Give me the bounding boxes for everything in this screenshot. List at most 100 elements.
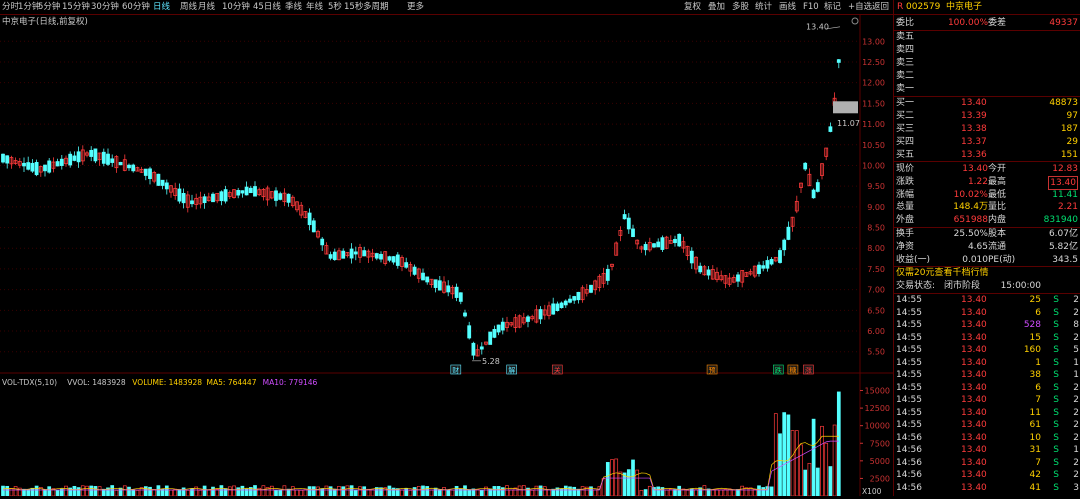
- panel-text: 13.40: [961, 482, 987, 493]
- price-tick-4: 11.00: [862, 120, 885, 129]
- panel-text: 1.22: [967, 176, 988, 187]
- candle-body: [55, 161, 60, 167]
- toolbar-button-4[interactable]: 画线: [779, 1, 796, 13]
- panel-text: S: [1053, 345, 1059, 355]
- candle-body: [202, 196, 207, 204]
- panel-text: 买三: [896, 124, 915, 134]
- panel-text: S: [1053, 457, 1059, 468]
- candle-body: [555, 303, 560, 311]
- volume-bar: [534, 485, 539, 497]
- panel-text: 换手: [896, 229, 915, 239]
- tab-14[interactable]: 15秒: [344, 1, 363, 13]
- tab-12[interactable]: 年线: [306, 1, 323, 13]
- toolbar-button-5[interactable]: F10: [803, 1, 819, 13]
- panel-text: 13.40: [961, 332, 987, 343]
- candle-body: [395, 254, 400, 266]
- candle-body: [5, 155, 10, 164]
- volume-bar: [664, 489, 669, 497]
- panel-text: 2: [1073, 407, 1079, 418]
- volume-bar: [715, 489, 719, 497]
- kline-svg: 13.00 12.50 12.00 11.50 11.00 10.50 10.00 9.50 9…: [0, 15, 893, 497]
- promo-row[interactable]: 仅需20元查看千档行情: [894, 267, 1080, 280]
- volume-bar: [450, 489, 455, 497]
- volume-bar: [416, 486, 421, 497]
- tab-4[interactable]: 30分钟: [91, 1, 119, 13]
- panel-text: 委差: [988, 18, 1007, 28]
- panel-text: 股本: [988, 229, 1007, 239]
- volume-bar: [202, 485, 207, 497]
- volume-bar: [139, 487, 144, 497]
- tab-10[interactable]: 45日线: [253, 1, 281, 13]
- candle-body: [106, 153, 110, 165]
- toolbar-button-7[interactable]: +自选: [848, 1, 872, 13]
- volume-bar: [568, 486, 572, 497]
- tab-2[interactable]: 5分钟: [38, 1, 60, 13]
- volume-bar: [274, 489, 278, 497]
- tab-8[interactable]: 月线: [198, 1, 215, 13]
- ask-row-3: 卖二: [894, 70, 1080, 83]
- tab-7[interactable]: 周线: [180, 1, 197, 13]
- volume-bar: [580, 486, 585, 497]
- tab-0[interactable]: 分时: [2, 1, 19, 13]
- candle-body: [706, 269, 711, 276]
- tick-row-2: 14:55 13.40 528 S 8: [894, 319, 1080, 332]
- panel-text: 651988: [953, 215, 988, 226]
- candle-body: [219, 191, 224, 202]
- toolbar-button-2[interactable]: 多股: [732, 1, 749, 13]
- volume-legend-3: MA5: 764447: [207, 378, 257, 387]
- period-toolbar: 分时 1分钟 5分钟 15分钟 30分钟 60分钟 日线 周线 月线 10分钟 45日线 季线 年线 5秒…: [0, 0, 893, 15]
- candle-body: [496, 324, 501, 333]
- candle-body: [551, 303, 556, 315]
- volume-bar: [358, 486, 362, 497]
- volume-bar: [93, 486, 98, 497]
- panel-text: 交易状态:: [896, 281, 936, 291]
- tab-9[interactable]: 10分钟: [222, 1, 250, 13]
- tab-6[interactable]: 日线: [153, 1, 170, 13]
- toolbar-button-8[interactable]: 返回: [872, 1, 889, 13]
- kline-chart-area[interactable]: 13.00 12.50 12.00 11.50 11.00 10.50 10.00 9.50 9…: [0, 15, 893, 497]
- panel-text: 13.36: [961, 150, 987, 160]
- volume-bar: [799, 444, 803, 497]
- volume-bar: [261, 485, 266, 497]
- volume-tick-2: 10000: [865, 422, 890, 431]
- candle-body: [589, 284, 593, 293]
- volume-bar: [509, 489, 514, 497]
- panel-text: S: [1053, 320, 1059, 330]
- panel-text: 卖四: [896, 45, 915, 55]
- panel-text: 13.38: [961, 124, 987, 134]
- candle-body: [43, 164, 47, 172]
- candle-body: [500, 321, 505, 331]
- panel-text: 卖一: [896, 84, 915, 94]
- volume-bar: [34, 485, 39, 497]
- volume-bar: [85, 485, 89, 497]
- quote-row-0: 现价 13.40 今开 12.83: [894, 163, 1080, 176]
- volume-bar: [547, 489, 551, 497]
- tab-16[interactable]: 更多: [407, 1, 424, 13]
- volume-bar: [429, 489, 434, 497]
- panel-text: S: [1053, 357, 1059, 368]
- tab-11[interactable]: 季线: [285, 1, 302, 13]
- panel-text: 委比: [896, 18, 915, 28]
- candle-body: [828, 126, 833, 132]
- toolbar-button-6[interactable]: 标记: [824, 1, 841, 13]
- tab-13[interactable]: 5秒: [328, 1, 342, 13]
- ma10-line: [3, 440, 839, 491]
- volume-bar: [442, 487, 446, 497]
- panel-text: 11: [1029, 407, 1041, 418]
- volume-unit: X100: [862, 487, 882, 496]
- candle-body: [446, 285, 451, 293]
- volume-bar: [316, 486, 320, 497]
- panel-text: 61: [1029, 420, 1041, 430]
- tab-5[interactable]: 60分钟: [122, 1, 150, 13]
- candle-body: [761, 265, 766, 269]
- current-price-label: 11.07: [837, 119, 860, 128]
- toolbar-button-0[interactable]: 复权: [684, 1, 701, 13]
- tab-3[interactable]: 15分钟: [62, 1, 90, 13]
- volume-bar: [656, 486, 661, 497]
- volume-bar: [794, 430, 799, 497]
- tab-15[interactable]: 多周期: [363, 1, 389, 13]
- panel-text: 6: [1035, 382, 1041, 393]
- panel-text: 13.40: [961, 320, 987, 330]
- toolbar-button-3[interactable]: 统计: [755, 1, 772, 13]
- toolbar-button-1[interactable]: 叠加: [708, 1, 725, 13]
